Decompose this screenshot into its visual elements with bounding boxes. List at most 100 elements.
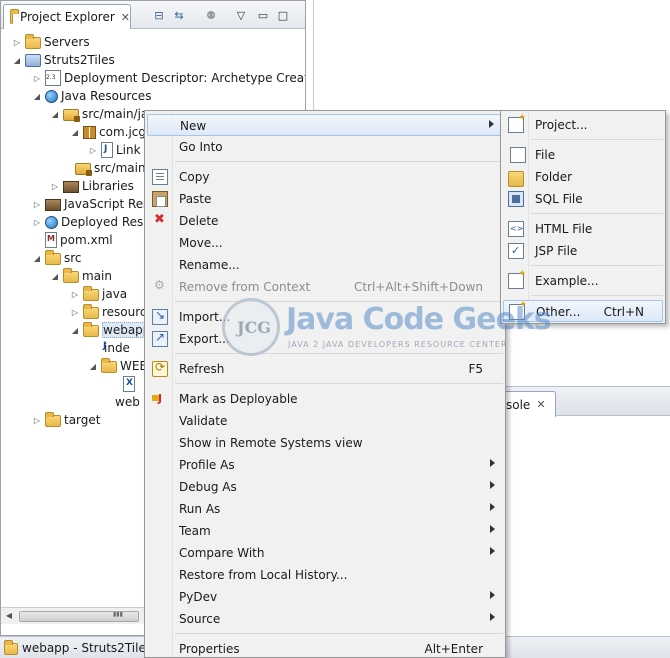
focus-icon[interactable]: ⚉ — [203, 8, 219, 22]
tree-node-web[interactable]: web — [111, 393, 140, 411]
folder-icon — [4, 639, 18, 655]
menu-label: Profile As — [179, 458, 235, 472]
menu-item-properties[interactable]: Properties Alt+Enter — [147, 638, 503, 658]
tree-node-link[interactable]: ▷ Link — [87, 141, 141, 159]
collapse-icon[interactable]: ◢ — [49, 272, 61, 281]
expand-icon[interactable]: ▷ — [87, 146, 99, 155]
tab-console[interactable]: sole ✕ — [504, 391, 556, 417]
scroll-left-icon[interactable]: ◀ — [3, 610, 15, 622]
menu-item-paste[interactable]: Paste — [147, 188, 503, 210]
tree-node-xml-file[interactable] — [121, 375, 138, 393]
collapse-icon[interactable]: ◢ — [49, 110, 61, 119]
minimize-icon[interactable]: ▭ — [255, 8, 271, 22]
tree-node-java-resources[interactable]: ◢ Java Resources — [31, 87, 151, 105]
menu-item-pydev[interactable]: PyDev — [147, 586, 503, 608]
menu-item-copy[interactable]: Copy — [147, 166, 503, 188]
xml-file-icon — [123, 376, 135, 392]
tree-label: src/main/ja — [82, 107, 149, 121]
submenu-item-folder[interactable]: Folder — [503, 166, 663, 188]
menu-item-profile-as[interactable]: Profile As — [147, 454, 503, 476]
collapse-all-icon[interactable]: ⊟ — [151, 8, 167, 22]
collapse-icon[interactable]: ◢ — [11, 56, 23, 65]
expand-icon[interactable]: ▷ — [31, 218, 43, 227]
tree-label: main — [82, 269, 112, 283]
tree-node-web-inf[interactable]: ◢ WEB — [87, 357, 148, 375]
tree-node-deployed-resources[interactable]: ▷ Deployed Reso — [31, 213, 151, 231]
jsp-file-icon — [508, 243, 524, 259]
tree-node-pom-xml[interactable]: pom.xml — [31, 231, 113, 249]
submenu-arrow-icon — [490, 525, 495, 533]
expand-icon[interactable]: ▷ — [11, 38, 23, 47]
tab-label: sole — [506, 397, 531, 412]
menu-item-mark-as-deployable[interactable]: Mark as Deployable — [147, 388, 503, 410]
submenu-arrow-icon — [489, 120, 494, 128]
submenu-item-file[interactable]: File — [503, 144, 663, 166]
menu-item-show-in-remote-systems[interactable]: Show in Remote Systems view — [147, 432, 503, 454]
tree-node-webapp[interactable]: ◢ webapp — [69, 321, 154, 339]
menu-item-validate[interactable]: Validate — [147, 410, 503, 432]
submenu-item-jsp-file[interactable]: JSP File — [503, 240, 663, 262]
tree-node-src-main-resources[interactable]: src/main/r — [61, 159, 155, 177]
menu-item-compare-with[interactable]: Compare With — [147, 542, 503, 564]
tree-label: Deployment Descriptor: Archetype Created — [64, 71, 305, 85]
menu-item-import[interactable]: Import... — [147, 306, 503, 328]
close-tab-icon[interactable]: ✕ — [536, 398, 545, 411]
menu-item-debug-as[interactable]: Debug As — [147, 476, 503, 498]
tree-node-servers[interactable]: ▷ Servers — [11, 33, 90, 51]
collapse-icon[interactable]: ◢ — [31, 254, 43, 263]
tree-node-src-main-java[interactable]: ◢ src/main/ja — [49, 105, 148, 123]
tab-project-explorer[interactable]: Project Explorer ✕ — [3, 4, 131, 29]
view-menu-icon[interactable]: ▽ — [233, 8, 249, 22]
tree-node-target[interactable]: ▷ target — [31, 411, 101, 429]
menu-item-restore-local-history[interactable]: Restore from Local History... — [147, 564, 503, 586]
tree-node-index[interactable]: inde — [99, 339, 130, 357]
submenu-arrow-icon — [490, 459, 495, 467]
tree-node-com-jcg[interactable]: ◢ com.jcg — [69, 123, 146, 141]
submenu-item-example[interactable]: Example... — [503, 269, 663, 292]
collapse-icon[interactable]: ◢ — [69, 326, 81, 335]
tree-node-main[interactable]: ◢ main — [49, 267, 112, 285]
menu-item-remove-from-context[interactable]: Remove from Context Ctrl+Alt+Shift+Down — [147, 276, 503, 298]
menu-label: Rename... — [179, 258, 240, 272]
maximize-icon[interactable]: □ — [275, 8, 291, 22]
menu-item-move[interactable]: Move... — [147, 232, 503, 254]
submenu-item-html-file[interactable]: HTML File — [503, 218, 663, 240]
close-tab-icon[interactable]: ✕ — [121, 11, 130, 24]
menu-item-go-into[interactable]: Go Into — [147, 136, 503, 158]
menu-item-rename[interactable]: Rename... — [147, 254, 503, 276]
expand-icon[interactable]: ▷ — [69, 308, 81, 317]
expand-icon[interactable]: ▷ — [31, 416, 43, 425]
expand-icon[interactable]: ▷ — [69, 290, 81, 299]
copy-icon — [152, 169, 168, 185]
submenu-item-other[interactable]: Other... Ctrl+N — [503, 300, 663, 322]
collapse-icon[interactable]: ◢ — [31, 92, 43, 101]
tree-node-src[interactable]: ◢ src — [31, 249, 82, 267]
java-resources-icon — [45, 90, 58, 103]
tree-node-struts2tiles[interactable]: ◢ Struts2Tiles — [11, 51, 115, 69]
submenu-item-project[interactable]: Project... — [503, 113, 663, 136]
package-icon — [83, 126, 96, 139]
menu-item-new[interactable]: New — [147, 114, 503, 136]
tree-node-deployment-descriptor[interactable]: ▷ Deployment Descriptor: Archetype Create… — [31, 69, 305, 87]
source-folder-icon — [75, 163, 92, 176]
tree-label: inde — [104, 341, 130, 355]
libraries-icon — [63, 181, 79, 193]
tree-node-libraries[interactable]: ▷ Libraries — [49, 177, 134, 195]
link-with-editor-icon[interactable]: ⇆ — [171, 8, 187, 22]
collapse-icon[interactable]: ◢ — [69, 128, 81, 137]
menu-item-run-as[interactable]: Run As — [147, 498, 503, 520]
submenu-item-sql-file[interactable]: SQL File — [503, 188, 663, 210]
console-tab-bar: sole ✕ — [504, 386, 670, 417]
menu-item-source[interactable]: Source — [147, 608, 503, 630]
tree-node-javascript-resources[interactable]: ▷ JavaScript Reso — [31, 195, 157, 213]
menu-item-export[interactable]: Export... — [147, 328, 503, 350]
collapse-icon[interactable]: ◢ — [87, 362, 99, 371]
expand-icon[interactable]: ▷ — [49, 182, 61, 191]
expand-icon[interactable]: ▷ — [31, 200, 43, 209]
menu-item-delete[interactable]: Delete — [147, 210, 503, 232]
tree-node-java[interactable]: ▷ java — [69, 285, 127, 303]
expand-icon[interactable]: ▷ — [31, 74, 43, 83]
menu-item-refresh[interactable]: Refresh F5 — [147, 358, 503, 380]
menu-item-team[interactable]: Team — [147, 520, 503, 542]
tree-node-resources[interactable]: ▷ resourc — [69, 303, 147, 321]
